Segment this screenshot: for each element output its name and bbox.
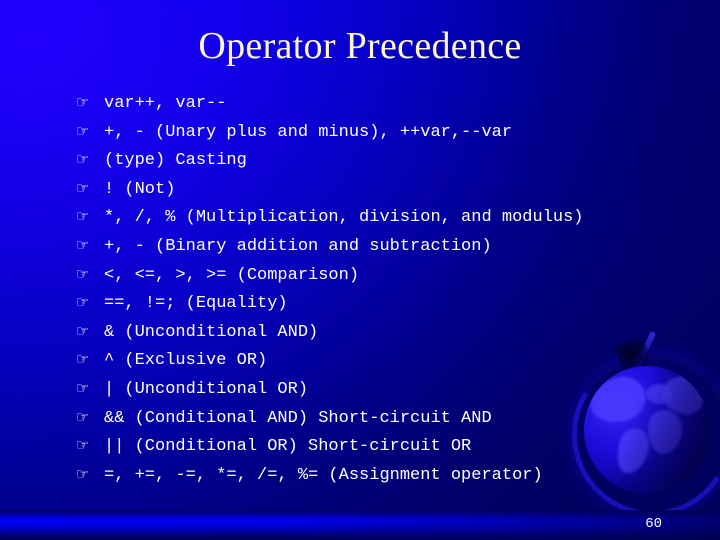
- footer-band: [0, 510, 720, 540]
- footer-band-shading: [0, 510, 720, 540]
- bullet-item-label: && (Conditional AND) Short-circuit AND: [104, 408, 492, 428]
- pointing-hand-icon: ☞: [76, 150, 90, 169]
- bullet-item: ☞ *, /, % (Multiplication, division, and…: [76, 202, 706, 231]
- pointing-hand-icon: ☞: [76, 378, 90, 397]
- pointing-hand-icon: ☞: [76, 235, 90, 254]
- pointing-hand-icon: ☞: [76, 350, 90, 369]
- bullet-item-label: ! (Not): [104, 179, 176, 199]
- bullet-item: ☞ ^ (Exclusive OR): [76, 345, 706, 374]
- bullet-item: ☞ ! (Not): [76, 174, 706, 203]
- bullet-item: ☞ (type) Casting: [76, 145, 706, 174]
- bullet-item: ☞ ==, !=; (Equality): [76, 288, 706, 317]
- bullet-item: ☞ =, +=, -=, *=, /=, %= (Assignment oper…: [76, 460, 706, 489]
- pointing-hand-icon: ☞: [76, 436, 90, 455]
- bullet-item-label: || (Conditional OR) Short-circuit OR: [104, 437, 472, 457]
- bullet-item-label: ^ (Exclusive OR): [104, 351, 268, 371]
- pointing-hand-icon: ☞: [76, 293, 90, 312]
- bullet-item-label: | (Unconditional OR): [104, 379, 309, 399]
- bullet-item-label: +, - (Unary plus and minus), ++var,--var: [104, 122, 513, 142]
- pointing-hand-icon: ☞: [76, 207, 90, 226]
- bullet-item: ☞ || (Conditional OR) Short-circuit OR: [76, 431, 706, 460]
- bullet-item-label: <, <=, >, >= (Comparison): [104, 265, 360, 285]
- presentation-slide: Operator Precedence ☞ var++, var-- ☞ +, …: [0, 0, 720, 540]
- bullet-item: ☞ +, - (Unary plus and minus), ++var,--v…: [76, 117, 706, 146]
- pointing-hand-icon: ☞: [76, 121, 90, 140]
- pointing-hand-icon: ☞: [76, 321, 90, 340]
- bullet-item: ☞ && (Conditional AND) Short-circuit AND: [76, 403, 706, 432]
- pointing-hand-icon: ☞: [76, 178, 90, 197]
- bullet-item-label: (type) Casting: [104, 151, 247, 171]
- page-number: 60: [645, 516, 662, 532]
- slide-title: Operator Precedence: [198, 25, 522, 67]
- bullet-item-label: +, - (Binary addition and subtraction): [104, 236, 492, 256]
- pointing-hand-icon: ☞: [76, 464, 90, 483]
- bullet-item-label: =, +=, -=, *=, /=, %= (Assignment operat…: [104, 465, 543, 485]
- bullet-item: ☞ var++, var--: [76, 88, 706, 117]
- pointing-hand-icon: ☞: [76, 264, 90, 283]
- pointing-hand-icon: ☞: [76, 93, 90, 111]
- bullet-item: ☞ | (Unconditional OR): [76, 374, 706, 403]
- bullet-item: ☞ <, <=, >, >= (Comparison): [76, 260, 706, 289]
- bullet-item-label: *, /, % (Multiplication, division, and m…: [104, 208, 584, 228]
- bullet-list: ☞ var++, var-- ☞ +, - (Unary plus and mi…: [76, 88, 706, 488]
- pointing-hand-icon: ☞: [76, 407, 90, 426]
- bullet-item-label: var++, var--: [104, 94, 227, 113]
- bullet-item: ☞ & (Unconditional AND): [76, 317, 706, 346]
- bullet-item-label: & (Unconditional AND): [104, 322, 319, 342]
- bullet-item-label: ==, !=; (Equality): [104, 294, 288, 314]
- bullet-item: ☞ +, - (Binary addition and subtraction): [76, 231, 706, 260]
